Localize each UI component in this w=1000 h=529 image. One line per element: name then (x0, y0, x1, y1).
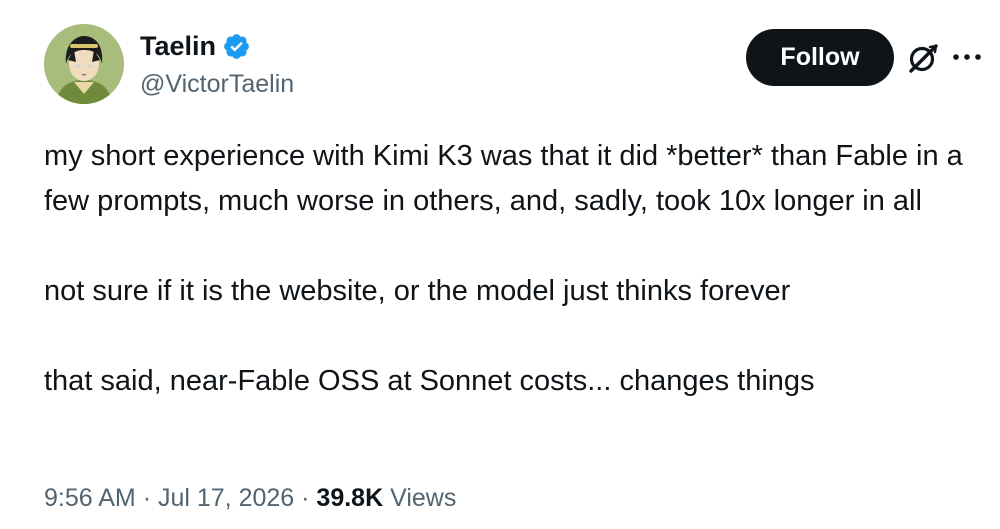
tweet-paragraph: that said, near-Fable OSS at Sonnet cost… (44, 365, 815, 397)
tweet-date[interactable]: Jul 17, 2026 (158, 484, 294, 512)
author-handle[interactable]: @VictorTaelin (140, 64, 294, 104)
views-count[interactable]: 39.8K (316, 484, 383, 512)
tweet-paragraph: my short experience with Kimi K3 was tha… (44, 140, 963, 217)
follow-button[interactable]: Follow (746, 29, 894, 86)
tweet-time[interactable]: 9:56 AM (44, 484, 136, 512)
author-name-row: Taelin (140, 26, 251, 66)
meta-separator: · (301, 484, 310, 512)
tweet-meta: 9:56 AM · Jul 17, 2026 · 39.8K Views (44, 478, 456, 518)
tweet-paragraph: not sure if it is the website, or the mo… (44, 275, 791, 307)
author-display-name[interactable]: Taelin (140, 26, 216, 66)
views-label: Views (390, 484, 457, 512)
avatar-illustration (44, 24, 124, 104)
meta-separator: · (142, 484, 152, 512)
more-options-icon[interactable] (950, 44, 984, 70)
verified-badge-icon[interactable] (222, 32, 251, 61)
grok-icon[interactable] (906, 41, 940, 75)
avatar[interactable] (44, 24, 124, 104)
tweet-text: my short experience with Kimi K3 was tha… (44, 134, 984, 404)
